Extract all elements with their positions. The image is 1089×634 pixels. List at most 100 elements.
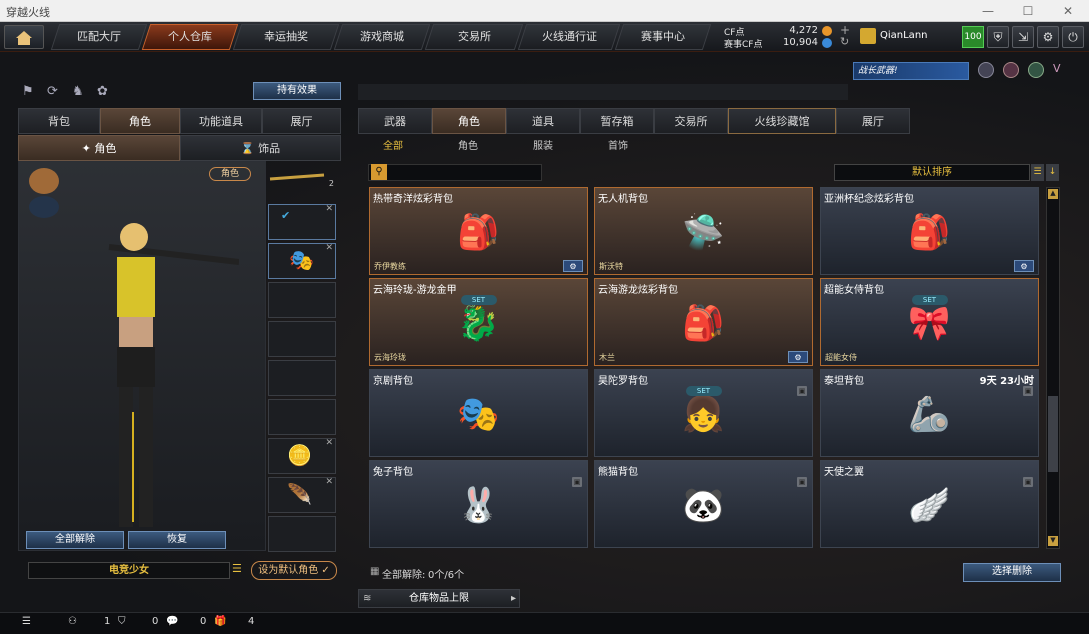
slot-1[interactable]: ✕ ✔ — [268, 204, 336, 240]
character-badge-icon[interactable] — [29, 168, 59, 194]
shield-icon[interactable]: ⛉ — [118, 616, 126, 627]
item-card[interactable]: 云海玲珑-游龙金甲 🐉 云海玲珑 SET — [369, 278, 588, 366]
gear-icon[interactable]: ⚙ — [788, 351, 808, 363]
remove-icon[interactable]: ✕ — [325, 243, 333, 253]
left-tab-character[interactable]: 角色 — [100, 108, 180, 134]
item-card[interactable]: 泰坦背包 🦾 9天 23小时 ▣ — [820, 369, 1039, 457]
menu-icon[interactable]: ☰ — [22, 616, 31, 627]
character-icon[interactable]: ♞ — [72, 84, 84, 99]
wing-badge-icon[interactable] — [1028, 62, 1044, 78]
subtab-accessory[interactable]: ⌛ 饰品 — [180, 135, 341, 161]
scroll-thumb[interactable] — [1048, 396, 1058, 472]
nav-tab-lottery[interactable]: 幸运抽奖 — [232, 24, 340, 50]
lock-icon[interactable]: ▣ — [797, 477, 807, 487]
rank-icon[interactable]: ⛨ — [987, 26, 1009, 48]
filter-clothing[interactable]: 服装 — [518, 136, 568, 158]
remove-icon[interactable]: ✕ — [325, 204, 333, 214]
scrollbar[interactable]: ▲ ▼ — [1046, 187, 1060, 549]
sort-select[interactable]: 默认排序 — [834, 164, 1030, 181]
list-icon[interactable]: ☰ — [232, 562, 242, 575]
slot-7[interactable]: ✕ 🪙 — [268, 438, 336, 474]
item-card[interactable]: 热带奇洋炫彩背包 🎒 乔伊教练 ⚙ — [369, 187, 588, 275]
item-card[interactable]: 无人机背包 🛸 斯沃特 — [594, 187, 813, 275]
target-badge-icon[interactable] — [1003, 62, 1019, 78]
scroll-up-icon[interactable]: ▲ — [1048, 189, 1058, 199]
slot-5[interactable] — [268, 360, 336, 396]
outfit-icon[interactable]: ✿ — [97, 84, 108, 99]
lock-icon[interactable]: ▣ — [1023, 477, 1033, 487]
list-view-icon[interactable]: ☰ — [1031, 164, 1044, 181]
slot-8[interactable]: ✕ 🪶 — [268, 477, 336, 513]
filter-all[interactable]: 全部 — [368, 136, 418, 158]
item-card[interactable]: 京剧背包 🎭 — [369, 369, 588, 457]
close-button[interactable]: ✕ — [1048, 0, 1088, 22]
filter-character[interactable]: 角色 — [443, 136, 493, 158]
wings-badge-icon[interactable] — [29, 196, 59, 218]
right-tab-character[interactable]: 角色 — [432, 108, 506, 134]
warehouse-limit-button[interactable]: ≋ 仓库物品上限 ▸ — [358, 589, 520, 608]
left-tab-backpack[interactable]: 背包 — [18, 108, 100, 134]
scroll-down-icon[interactable]: ▼ — [1048, 536, 1058, 546]
power-icon[interactable]: ⏻ — [1062, 26, 1084, 48]
gift-icon[interactable]: 🎁 — [214, 616, 226, 627]
set-default-button[interactable]: 设为默认角色 ✓ — [251, 561, 337, 580]
slot-2[interactable]: ✕ 🎭 — [268, 243, 336, 279]
effects-button[interactable]: 持有效果 — [253, 82, 341, 100]
left-tab-items[interactable]: 功能道具 — [180, 108, 262, 134]
lock-icon[interactable]: ▣ — [797, 386, 807, 396]
filter-jewelry[interactable]: 首饰 — [593, 136, 643, 158]
item-card[interactable]: 天使之翼 🪽 ▣ — [820, 460, 1039, 548]
nav-tab-shop[interactable]: 游戏商城 — [333, 24, 431, 50]
settings-gear-icon[interactable]: ⚙ — [1037, 26, 1059, 48]
slot-3[interactable] — [268, 282, 336, 318]
right-tab-exchange[interactable]: 交易所 — [654, 108, 728, 134]
minimize-button[interactable]: — — [968, 0, 1008, 22]
home-button[interactable] — [4, 25, 44, 49]
refresh-icon[interactable]: ↻ — [840, 35, 849, 48]
chat-icon[interactable]: 💬 — [166, 616, 178, 627]
right-tab-collection[interactable]: 火线珍藏馆 — [728, 108, 836, 134]
remove-icon[interactable]: ✕ — [325, 477, 333, 487]
item-card[interactable]: 熊猫背包 🐼 ▣ — [594, 460, 813, 548]
friends-icon[interactable]: ⚇ — [68, 616, 77, 627]
weapon-slot[interactable]: 2 — [268, 165, 336, 201]
shield-badge-icon[interactable] — [978, 62, 994, 78]
sort-down-icon[interactable]: ↓ — [1046, 164, 1059, 181]
nav-tab-match-hall[interactable]: 匹配大厅 — [50, 24, 148, 50]
maximize-button[interactable]: ☐ — [1008, 0, 1048, 22]
gear-icon[interactable]: ⚙ — [1014, 260, 1034, 272]
item-card[interactable]: 昊陀罗背包 👧 SET ▣ — [594, 369, 813, 457]
remove-icon[interactable]: ✕ — [325, 438, 333, 448]
nav-tab-exchange[interactable]: 交易所 — [424, 24, 524, 50]
avatar[interactable] — [860, 28, 876, 44]
search-input[interactable]: ⚲ — [368, 164, 542, 181]
gear-icon[interactable]: ⚙ — [563, 260, 583, 272]
item-card[interactable]: 亚洲杯纪念炫彩背包 🎒 ⚙ — [820, 187, 1039, 275]
weapon-banner[interactable]: 战长武器! — [853, 62, 969, 80]
exit-room-icon[interactable]: ⇲ — [1012, 26, 1034, 48]
swap-icon[interactable]: ⟳ — [47, 84, 58, 99]
v-badge-icon[interactable]: V — [1053, 62, 1069, 78]
nav-tab-pass[interactable]: 火线通行证 — [517, 24, 621, 50]
unequip-all-button[interactable]: 全部解除 — [26, 531, 124, 549]
select-delete-button[interactable]: 选择删除 — [963, 563, 1061, 582]
lock-icon[interactable]: ▣ — [572, 477, 582, 487]
team-icon[interactable]: ⚑ — [22, 84, 34, 99]
right-tab-storage[interactable]: 暂存箱 — [580, 108, 654, 134]
item-card[interactable]: 云海游龙炫彩背包 🎒 木兰 ⚙ — [594, 278, 813, 366]
slot-4[interactable] — [268, 321, 336, 357]
right-tab-hall[interactable]: 展厅 — [836, 108, 910, 134]
slot-9[interactable] — [268, 516, 336, 552]
right-tab-weapons[interactable]: 武器 — [358, 108, 432, 134]
slot-6[interactable] — [268, 399, 336, 435]
left-tab-hall[interactable]: 展厅 — [262, 108, 341, 134]
lock-icon[interactable]: ▣ — [1023, 386, 1033, 396]
nav-tab-warehouse[interactable]: 个人仓库 — [141, 24, 239, 50]
restore-button[interactable]: 恢复 — [128, 531, 226, 549]
item-card[interactable]: 兔子背包 🐰 ▣ — [369, 460, 588, 548]
home-icon — [16, 31, 32, 45]
subtab-character[interactable]: ✦ 角色 — [18, 135, 180, 161]
nav-tab-events[interactable]: 赛事中心 — [614, 24, 712, 50]
item-card[interactable]: 超能女侍背包 🎀 超能女侍 SET — [820, 278, 1039, 366]
right-tab-items[interactable]: 道具 — [506, 108, 580, 134]
